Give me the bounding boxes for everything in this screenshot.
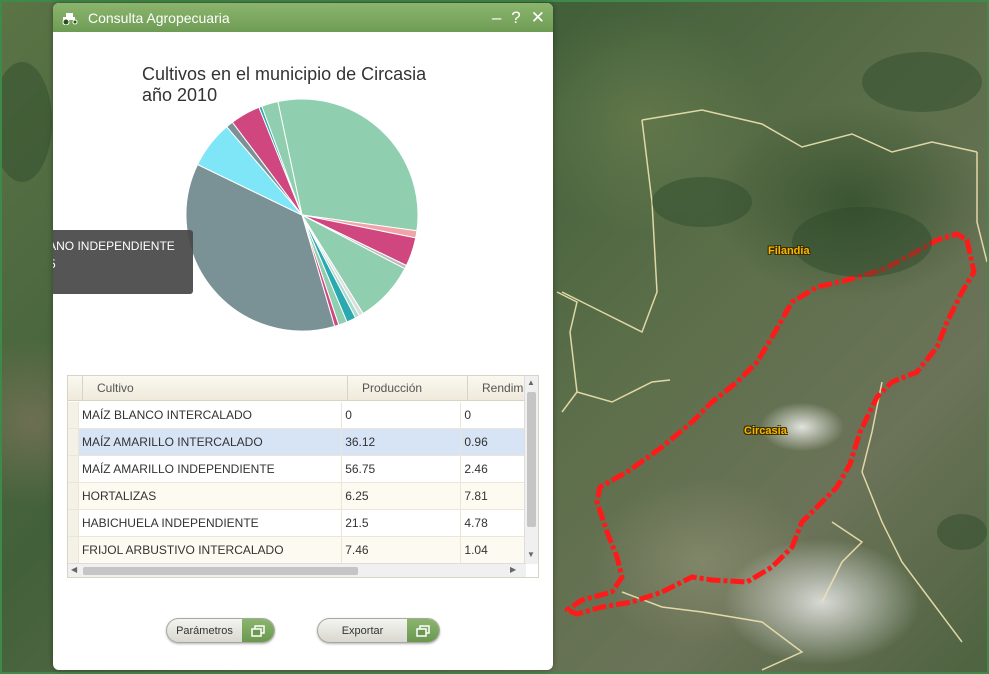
minimize-icon[interactable]: –: [492, 9, 501, 26]
cell-rendimiento: 0.96: [461, 429, 526, 455]
table-row[interactable]: HABICHUELA INDEPENDIENTE 21.5 4.78: [68, 510, 526, 537]
circasia-outline: [564, 231, 977, 617]
column-header-cultivo[interactable]: Cultivo: [83, 376, 348, 400]
help-icon[interactable]: ?: [511, 9, 520, 26]
scroll-left-icon[interactable]: ◀: [71, 565, 77, 574]
cell-cultivo: FRIJOL ARBUSTIVO INTERCALADO: [79, 537, 343, 563]
horizontal-scroll-thumb[interactable]: [83, 567, 358, 575]
vertical-scroll-thumb[interactable]: [527, 392, 536, 527]
cultivos-table: Cultivo Producción Rendimien MAÍZ BLANCO…: [67, 375, 539, 578]
consulta-agropecuaria-panel: Consulta Agropecuaria – ? ✕ Cultivos en …: [53, 3, 553, 670]
popup-icon: [407, 619, 439, 642]
popup-icon: [242, 619, 274, 642]
cell-rendimiento: 4.78: [461, 510, 526, 536]
panel-title: Consulta Agropecuaria: [88, 9, 230, 26]
cell-cultivo: MAÍZ AMARILLO INDEPENDIENTE: [79, 456, 343, 482]
table-row[interactable]: HORTALIZAS 6.25 7.81: [68, 483, 526, 510]
table-body: MAÍZ BLANCO INTERCALADO 0 0 MAÍZ AMARILL…: [68, 402, 526, 564]
tractor-icon: [62, 12, 78, 25]
cell-produccion: 56.75: [342, 456, 462, 482]
cell-rendimiento: 7.81: [461, 483, 526, 509]
panel-header[interactable]: Consulta Agropecuaria – ? ✕: [53, 3, 553, 32]
cell-produccion: 21.5: [342, 510, 462, 536]
scroll-up-icon[interactable]: ▲: [527, 378, 535, 387]
tooltip-value: 1045.5: [53, 255, 184, 273]
chart-tooltip: PLÁTANO INDEPENDIENTE 1045.5 6.59%: [53, 230, 193, 294]
cell-cultivo: MAÍZ BLANCO INTERCALADO: [79, 402, 343, 428]
map-label-filandia: Filandia: [768, 245, 810, 257]
cell-produccion: 6.25: [342, 483, 462, 509]
cell-cultivo: HABICHUELA INDEPENDIENTE: [79, 510, 343, 536]
cell-rendimiento: 1.04: [461, 537, 526, 563]
cell-produccion: 0: [342, 402, 462, 428]
cell-cultivo: HORTALIZAS: [79, 483, 343, 509]
cell-rendimiento: 0: [461, 402, 526, 428]
column-header-produccion[interactable]: Producción: [348, 376, 468, 400]
map-label-circasia: Circasia: [744, 425, 787, 437]
cell-produccion: 36.12: [342, 429, 462, 455]
table-row[interactable]: MAÍZ AMARILLO INTERCALADO 36.12 0.96: [68, 429, 526, 456]
vertical-scrollbar[interactable]: ▲ ▼: [524, 376, 538, 564]
parametros-button[interactable]: Parámetros: [166, 618, 275, 643]
parametros-label: Parámetros: [176, 624, 233, 637]
cell-produccion: 7.46: [342, 537, 462, 563]
tooltip-percent: 6.59%: [53, 273, 184, 291]
scroll-down-icon[interactable]: ▼: [527, 550, 535, 559]
table-row[interactable]: MAÍZ BLANCO INTERCALADO 0 0: [68, 402, 526, 429]
exportar-label: Exportar: [341, 624, 384, 637]
table-header: Cultivo Producción Rendimien: [68, 376, 538, 401]
table-row[interactable]: FRIJOL ARBUSTIVO INTERCALADO 7.46 1.04: [68, 537, 526, 564]
scroll-right-icon[interactable]: ▶: [510, 565, 516, 574]
close-icon[interactable]: ✕: [531, 9, 545, 26]
table-row[interactable]: MAÍZ AMARILLO INDEPENDIENTE 56.75 2.46: [68, 456, 526, 483]
tooltip-name: PLÁTANO INDEPENDIENTE: [53, 239, 175, 253]
cell-rendimiento: 2.46: [461, 456, 526, 482]
cell-cultivo: MAÍZ AMARILLO INTERCALADO: [79, 429, 343, 455]
exportar-button[interactable]: Exportar: [317, 618, 440, 643]
boundary-lines: [556, 109, 987, 671]
chart-title: Cultivos en el municipio de Circasia año…: [142, 64, 427, 105]
horizontal-scrollbar[interactable]: ◀ ▶: [68, 563, 526, 577]
